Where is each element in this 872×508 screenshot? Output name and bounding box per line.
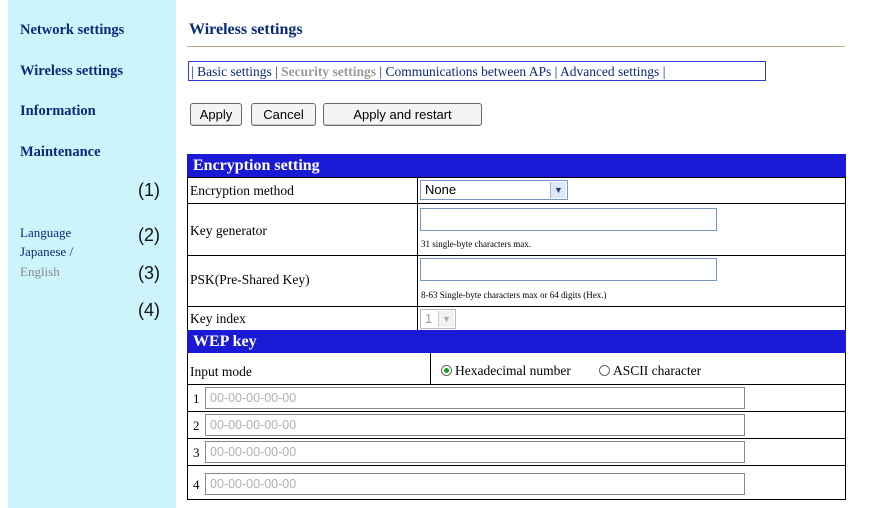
table-border (187, 306, 846, 307)
wep-key-4-input[interactable]: 00-00-00-00-00 (205, 473, 745, 495)
tab-separator: | (662, 64, 666, 79)
tab-separator: | (191, 64, 194, 79)
input-mode-hex-label: Hexadecimal number (455, 363, 571, 378)
language-label: Language (20, 225, 72, 240)
table-border (845, 353, 846, 500)
table-border (187, 499, 846, 500)
psk-hint: 8-63 Single-byte characters max or 64 di… (421, 290, 607, 300)
key-index-value: 1 (425, 311, 433, 326)
chevron-down-icon: ▼ (550, 182, 566, 198)
settings-tab-bar: | Basic settings | Security settings | C… (188, 61, 766, 81)
key-generator-input[interactable] (420, 208, 717, 231)
table-border (187, 465, 846, 466)
tab-basic-settings[interactable]: Basic settings (197, 64, 272, 79)
table-border (187, 411, 846, 412)
tab-separator: | (379, 64, 383, 79)
wep-key-2-input[interactable]: 00-00-00-00-00 (205, 414, 745, 436)
wep-key-3-number: 3 (193, 445, 200, 460)
input-mode-ascii-option[interactable]: ASCII character (599, 363, 701, 379)
radio-unchecked-icon[interactable] (599, 365, 610, 376)
radio-checked-icon[interactable] (441, 365, 452, 376)
table-border (187, 438, 846, 439)
sidebar-item-information[interactable]: Information (20, 103, 96, 120)
language-english-link[interactable]: English (20, 264, 60, 280)
key-index-select[interactable]: 1 ▼ (420, 309, 456, 329)
psk-label: PSK(Pre-Shared Key) (190, 272, 310, 287)
callout-2: (2) (138, 225, 160, 245)
tab-separator: | (554, 64, 558, 79)
title-divider (187, 46, 845, 47)
callout-1: (1) (138, 180, 160, 200)
callout-3: (3) (138, 263, 160, 283)
sidebar-item-maintenance[interactable]: Maintenance (20, 144, 101, 161)
tab-advanced-settings[interactable]: Advanced settings (560, 64, 659, 79)
language-japanese-link[interactable]: Japanese / (20, 244, 73, 260)
wep-key-4-number: 4 (193, 477, 200, 492)
input-mode-label: Input mode (190, 364, 252, 379)
key-index-label: Key index (190, 311, 246, 326)
table-border (187, 384, 846, 385)
sidebar: Network settings Wireless settings Infor… (8, 0, 176, 508)
wep-key-3-input[interactable]: 00-00-00-00-00 (205, 441, 745, 463)
sidebar-item-wireless-settings[interactable]: Wireless settings (20, 63, 123, 80)
callout-4: (4) (138, 300, 160, 320)
wep-key-header: WEP key (187, 330, 846, 353)
tab-communications-between-aps[interactable]: Communications between APs (385, 64, 551, 79)
table-border (187, 353, 188, 500)
table-border (187, 177, 188, 330)
table-border (187, 177, 846, 178)
psk-input[interactable] (420, 258, 717, 281)
page-title: Wireless settings (189, 21, 303, 38)
encryption-setting-header: Encryption setting (187, 154, 846, 177)
table-border (417, 177, 418, 330)
key-generator-hint: 31 single-byte characters max. (421, 239, 531, 249)
table-border (187, 255, 846, 256)
tab-separator: | (275, 64, 278, 79)
encryption-method-select[interactable]: None ▼ (420, 180, 568, 200)
apply-button[interactable]: Apply (190, 103, 242, 126)
table-border (187, 203, 846, 204)
wep-key-2-number: 2 (193, 418, 200, 433)
key-generator-label: Key generator (190, 223, 267, 238)
wep-key-1-input[interactable]: 00-00-00-00-00 (205, 387, 745, 409)
sidebar-item-network-settings[interactable]: Network settings (20, 22, 124, 39)
tab-security-settings[interactable]: Security settings (281, 64, 376, 79)
input-mode-hex-option[interactable]: Hexadecimal number (441, 363, 571, 379)
chevron-down-icon: ▼ (438, 311, 454, 327)
cancel-button[interactable]: Cancel (251, 103, 316, 126)
table-border (430, 353, 431, 384)
wep-key-1-number: 1 (193, 391, 200, 406)
input-mode-ascii-label: ASCII character (613, 363, 702, 378)
encryption-method-label: Encryption method (190, 183, 294, 198)
encryption-method-value: None (425, 182, 457, 197)
table-border (845, 177, 846, 330)
apply-and-restart-button[interactable]: Apply and restart (323, 103, 482, 126)
